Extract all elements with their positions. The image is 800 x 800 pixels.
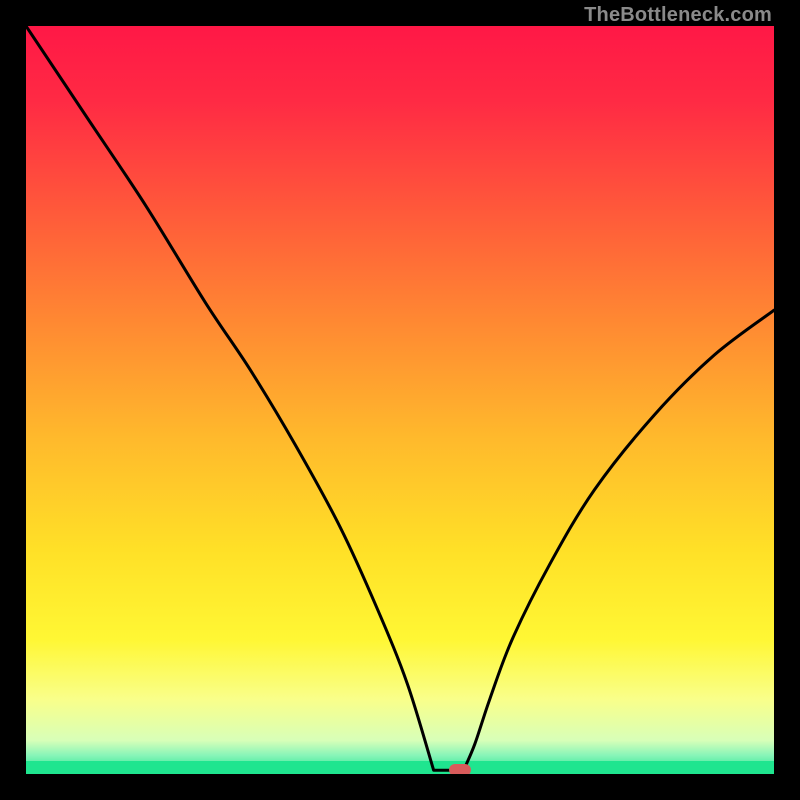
watermark-text: TheBottleneck.com xyxy=(584,4,772,27)
bottleneck-curve xyxy=(26,26,774,774)
plot-area xyxy=(26,26,774,774)
optimal-marker xyxy=(449,764,471,774)
chart-container: TheBottleneck.com xyxy=(0,0,800,800)
